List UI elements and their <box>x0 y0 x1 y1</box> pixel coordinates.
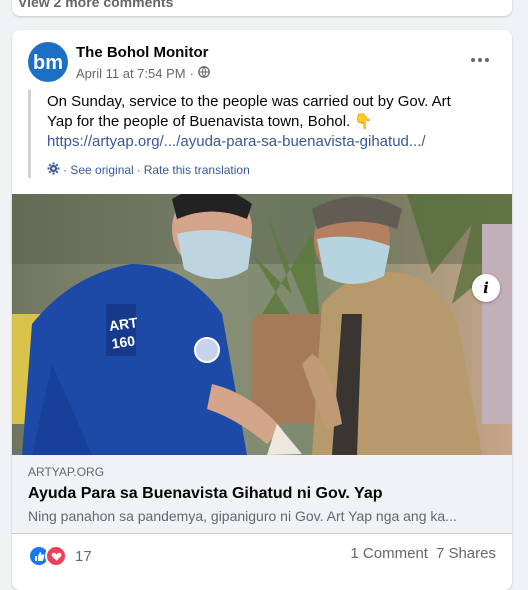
translation-separator: · <box>136 163 141 177</box>
post-link[interactable]: https://artyap.org/.../ayuda-para-sa-bue… <box>47 132 467 152</box>
rate-translation-link[interactable]: Rate this translation <box>144 163 250 177</box>
see-original-link[interactable]: · See original <box>63 163 134 177</box>
info-icon: i <box>483 279 489 297</box>
more-options-button[interactable] <box>462 48 498 72</box>
post-timestamp[interactable]: April 11 at 7:54 PM <box>76 66 186 81</box>
link-domain: ARTYAP.ORG <box>28 465 105 479</box>
ellipsis-dot <box>485 58 489 62</box>
post-card: bm The Bohol Monitor April 11 at 7:54 PM… <box>12 30 512 590</box>
link-title[interactable]: Ayuda Para sa Buenavista Gihatud ni Gov.… <box>28 485 382 503</box>
page-name-link[interactable]: The Bohol Monitor <box>76 44 208 61</box>
page-avatar[interactable]: bm <box>28 42 68 82</box>
translation-row: · See original · Rate this translation <box>47 162 512 178</box>
view-more-comments-link[interactable]: View 2 more comments <box>18 0 173 10</box>
info-button[interactable]: i <box>472 274 500 302</box>
meta-separator: · <box>189 66 194 81</box>
globe-icon <box>198 66 210 81</box>
avatar-logo-text: bm <box>33 52 63 74</box>
reaction-count: 17 <box>75 547 92 565</box>
link-preview[interactable]: ARTYAP.ORG Ayuda Para sa Buenavista Giha… <box>12 455 512 534</box>
post-meta: April 11 at 7:54 PM · <box>76 66 210 81</box>
shirt-text-160: 160 <box>111 332 137 351</box>
ellipsis-dot <box>471 58 475 62</box>
post-text: On Sunday, service to the people was car… <box>47 92 467 152</box>
comments-count-link[interactable]: 1 Comment <box>350 545 428 562</box>
ellipsis-dot <box>478 58 482 62</box>
link-description: Ning panahon sa pandemya, gipaniguro ni … <box>28 508 457 524</box>
translated-post-block: On Sunday, service to the people was car… <box>28 90 512 178</box>
gear-icon <box>47 162 60 178</box>
engagement-counts: 1 Comment 7 Shares <box>350 545 496 562</box>
post-photo[interactable]: ART 160 <box>12 194 512 455</box>
post-body: On Sunday, service to the people was car… <box>47 93 451 130</box>
shares-count-link[interactable]: 7 Shares <box>436 545 496 562</box>
